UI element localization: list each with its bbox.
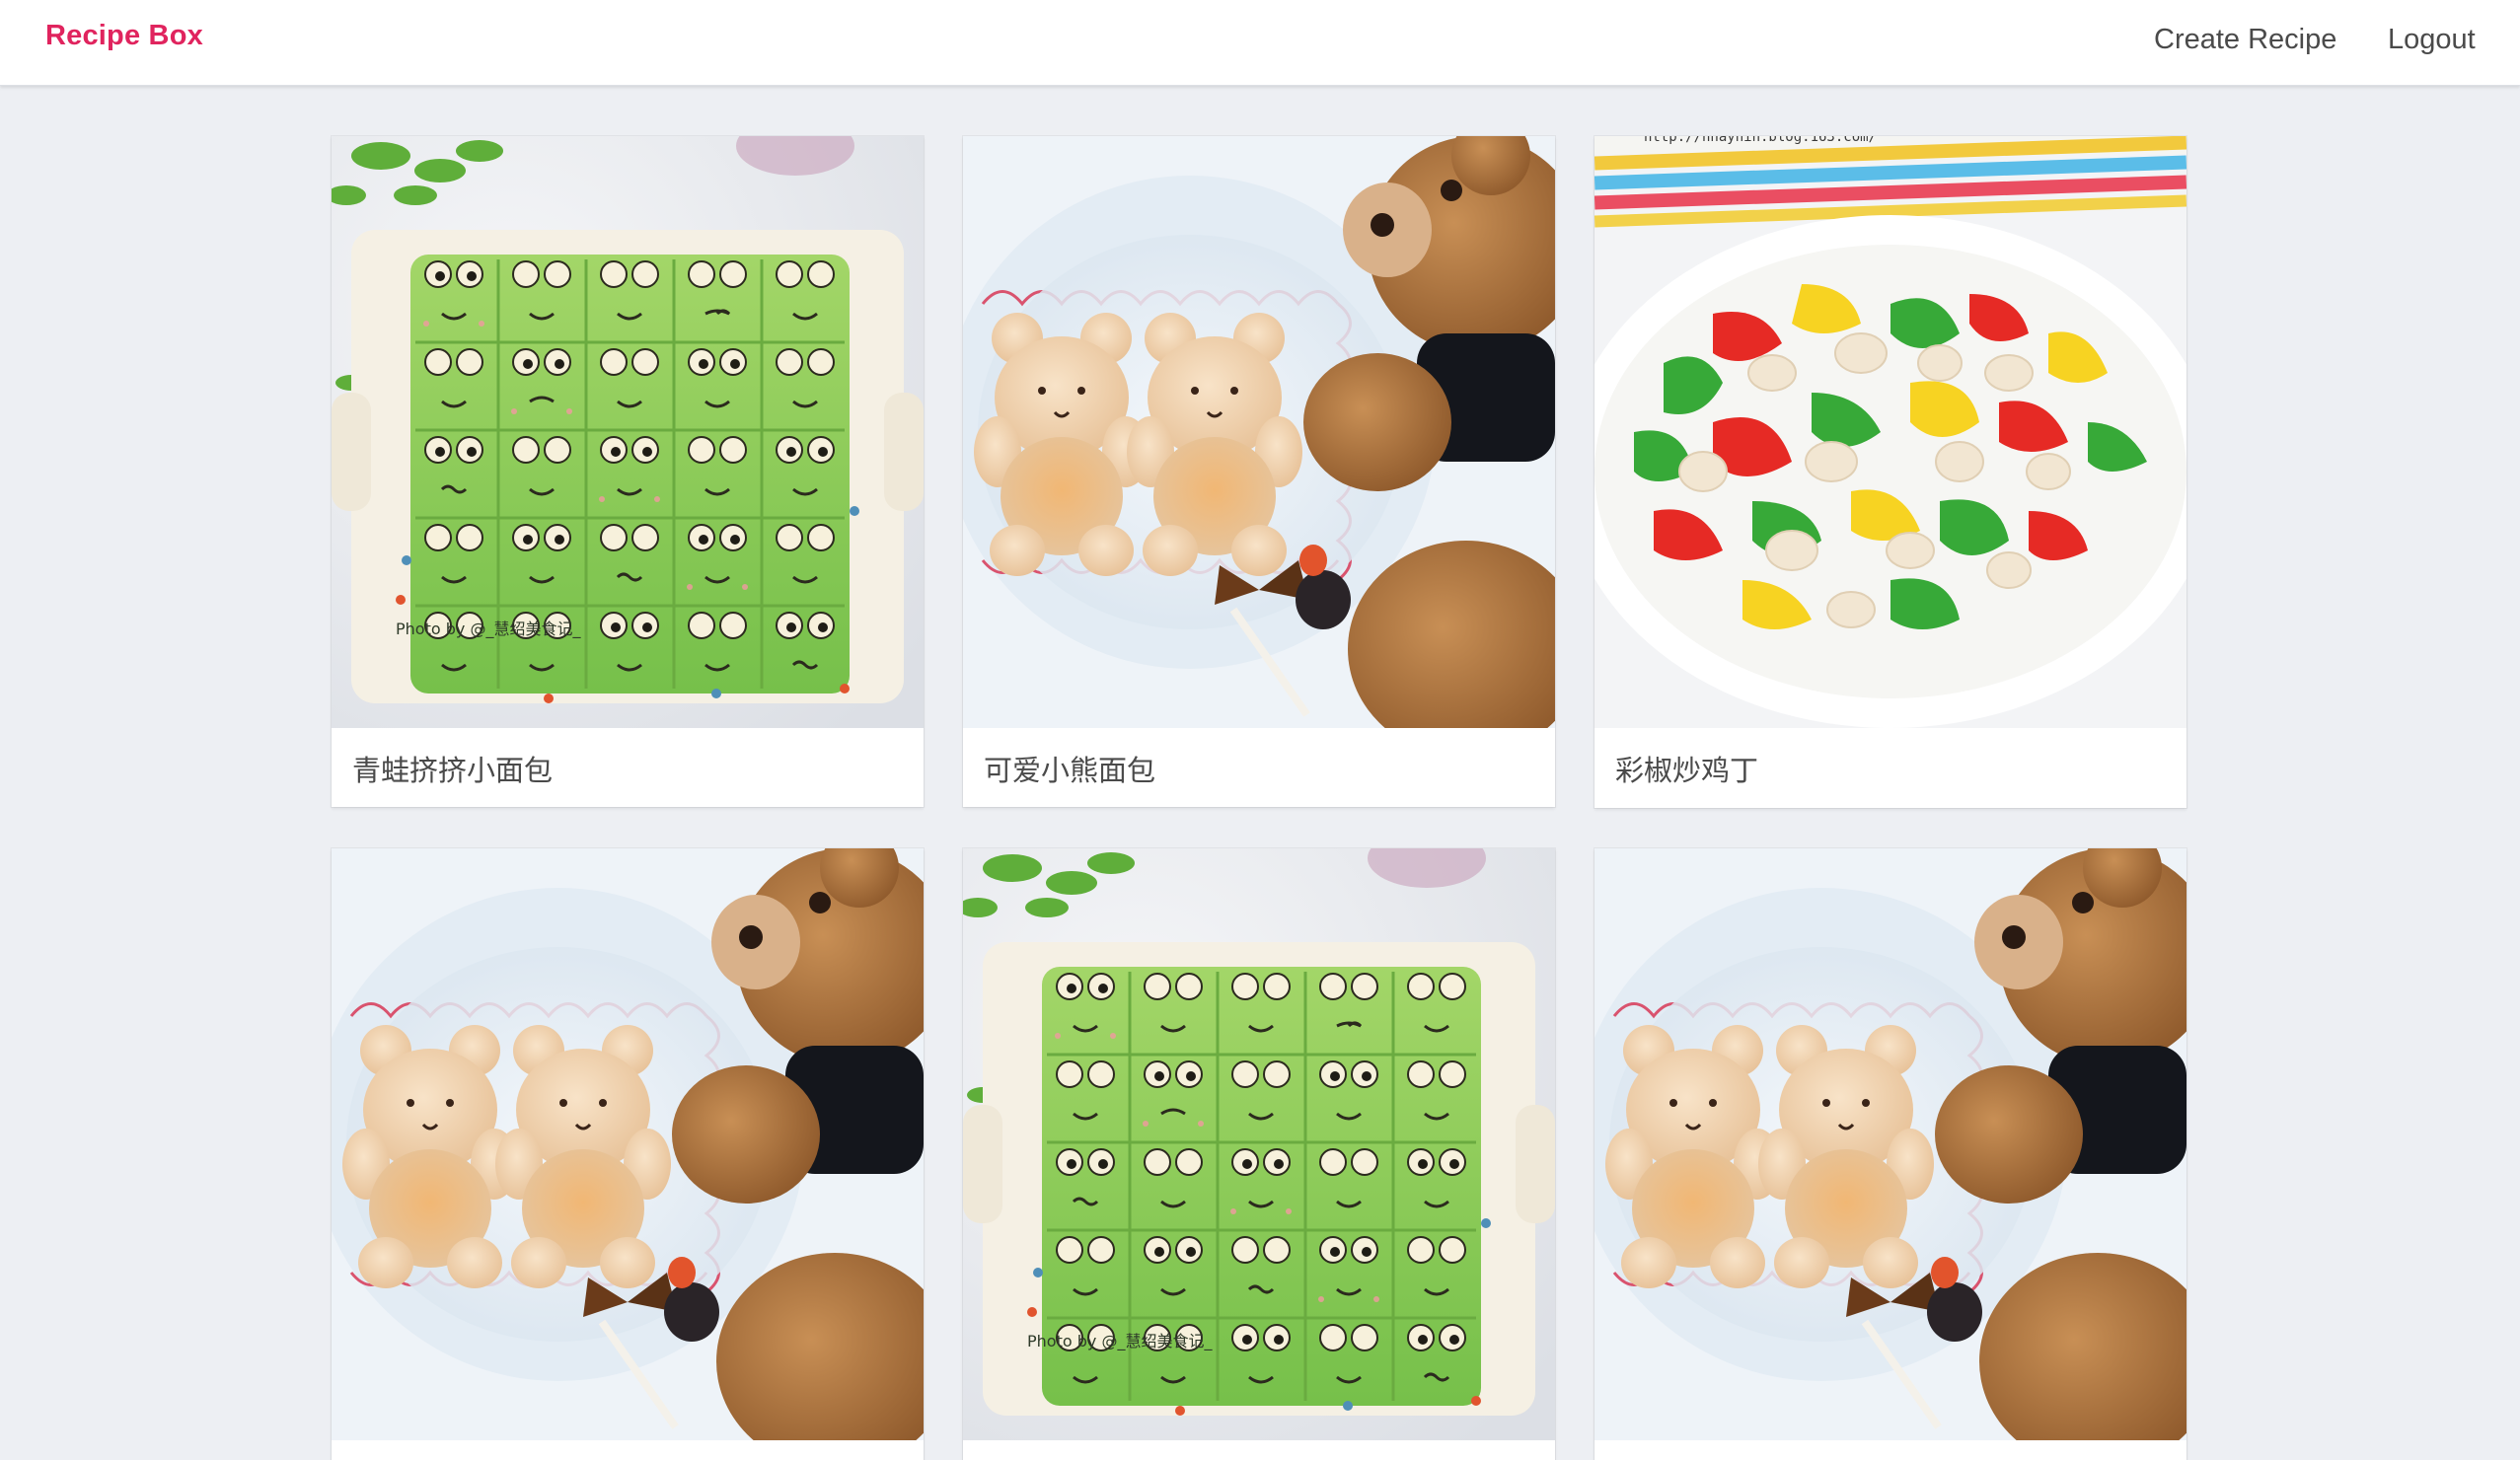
- recipe-image[interactable]: [1594, 136, 2186, 728]
- recipe-image[interactable]: [963, 136, 1555, 728]
- recipe-card[interactable]: [1594, 848, 2186, 1460]
- recipe-title[interactable]: 青蛙挤挤小面包: [352, 748, 553, 789]
- recipe-card[interactable]: [963, 848, 1555, 1460]
- recipe-title[interactable]: 可爱小熊面包: [984, 748, 1155, 789]
- recipe-image[interactable]: [963, 848, 1555, 1440]
- recipe-title[interactable]: 彩椒炒鸡丁: [1615, 748, 1758, 789]
- create-recipe-link[interactable]: Create Recipe: [2154, 24, 2336, 56]
- recipe-card[interactable]: 青蛙挤挤小面包: [332, 136, 924, 807]
- top-navbar: Recipe Box Create Recipe Logout: [0, 0, 2520, 86]
- recipe-image[interactable]: [332, 136, 924, 728]
- logout-link[interactable]: Logout: [2388, 24, 2476, 56]
- brand-logo[interactable]: Recipe Box: [45, 20, 203, 52]
- recipe-card[interactable]: [332, 848, 924, 1460]
- recipe-image[interactable]: [332, 848, 924, 1440]
- recipe-card[interactable]: 可爱小熊面包: [963, 136, 1555, 807]
- recipe-card[interactable]: 彩椒炒鸡丁: [1594, 136, 2186, 808]
- recipe-image[interactable]: [1594, 848, 2186, 1440]
